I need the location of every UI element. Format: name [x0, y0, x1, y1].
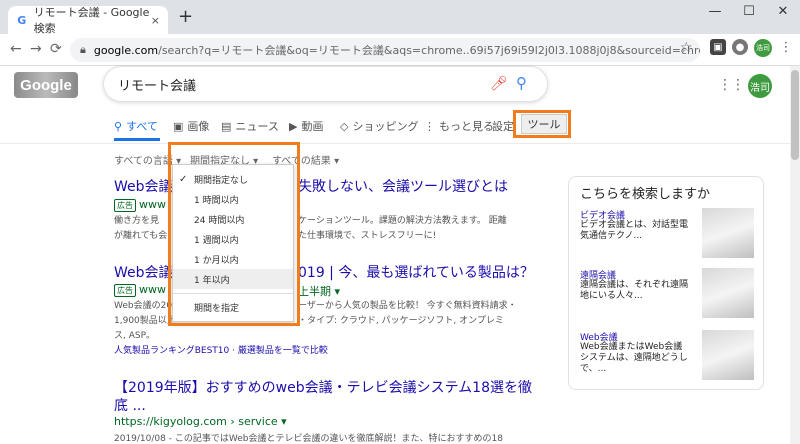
result-2-url[interactable]: 広告 www	[114, 283, 166, 297]
panel-item-3-image[interactable]	[702, 330, 754, 380]
language-filter-label: すべての言語	[114, 156, 173, 167]
tools-highlight-box	[513, 110, 571, 138]
url-path: /search?q=リモート会議&oq=リモート会議&aqs=chrome..6…	[158, 44, 700, 57]
maximize-button[interactable]: ☐	[734, 4, 764, 19]
image-icon: ▣	[173, 119, 184, 133]
tab-label: もっと見る	[439, 120, 494, 133]
result-1-snippet-b: ケーションツール。課題の解決方法教えます。 距離	[298, 216, 507, 226]
result-2-title-left[interactable]: Web会議	[114, 262, 173, 282]
settings-link[interactable]: 設定	[492, 118, 514, 134]
search-input[interactable]: リモート会議	[103, 66, 548, 102]
result-1-snippet-a: 働き方を見	[114, 216, 160, 226]
panel-item-2-image[interactable]	[702, 268, 754, 318]
tab-news[interactable]: ▤ ニュース	[221, 118, 279, 134]
bookmark-star-icon[interactable]: ☆	[680, 40, 693, 56]
menu-kebab-icon[interactable]: ⋮	[778, 39, 794, 55]
more-vertical-icon: ⋮	[424, 119, 435, 133]
address-bar[interactable]: 🔒︎ google.com/search?q=リモート会議&oq=リモート会議&…	[70, 38, 700, 62]
result-2-sitelinks[interactable]: 人気製品ランキングBEST10 · 厳選製品を一覧で比較	[114, 343, 328, 356]
minimize-button[interactable]: —	[700, 4, 730, 19]
result-3-title-line1[interactable]: 【2019年版】おすすめのweb会議・テレビ会議システム18選を徹	[114, 377, 532, 397]
tab-images[interactable]: ▣ 画像	[173, 118, 209, 134]
result-3-snippet: 2019/10/08 - この記事ではWeb会議とテレビ会議の違いを徹底解説！ま…	[114, 434, 503, 444]
result-2-snippet-c: 1,900製品以上	[114, 316, 176, 326]
active-tab-indicator	[114, 138, 160, 141]
ad-badge: 広告	[114, 284, 136, 297]
tab-label: すべて	[126, 120, 158, 133]
video-icon: ▶	[289, 119, 298, 133]
browser-titlebar: G リモート会議 - Google 検索 × + — ☐ ✕	[0, 0, 800, 35]
result-1-snippet-d: た仕事環境で、ストレスフリーに!	[298, 231, 437, 241]
browser-toolbar: ← → ⟳ 🔒︎ google.com/search?q=リモート会議&oq=リ…	[0, 34, 800, 66]
lock-icon: 🔒︎	[80, 43, 86, 56]
panel-item-1-desc: ビデオ会議とは、対話型電気通信テクノ...	[580, 220, 689, 241]
result-2-snippet-d: ・タイプ: クラウド, パッケージソフト, オンプレミ	[298, 316, 504, 326]
scrollbar-thumb[interactable]	[791, 70, 799, 160]
extension-shield-icon[interactable]: ▣	[710, 39, 726, 55]
profile-avatar-small[interactable]: 浩司	[754, 39, 772, 57]
tab-label: ショッピング	[352, 120, 419, 133]
url-host: google.com	[93, 43, 159, 57]
time-filter-highlight-box	[168, 142, 300, 326]
result-2-title-right[interactable]: 019 | 今、最も選ばれている製品は？	[298, 262, 534, 282]
settings-label: 設定	[492, 120, 514, 133]
new-tab-button[interactable]: +	[178, 8, 193, 26]
panel-item-1-image[interactable]	[702, 208, 754, 258]
tab-videos[interactable]: ▶ 動画	[289, 118, 323, 134]
panel-item-2-desc: 遠隔会議は、それぞれ遠隔地にいる人々...	[580, 280, 689, 301]
result-1-title-right[interactable]: 失敗しない、会議ツール選びとは	[298, 176, 508, 196]
tab-label: 動画	[301, 120, 324, 133]
reload-icon[interactable]: ⟳	[50, 41, 62, 57]
google-logo[interactable]: Google	[14, 72, 78, 98]
microphone-icon[interactable]: 🎤︎	[490, 76, 508, 92]
news-icon: ▤	[221, 119, 232, 133]
forward-arrow-icon[interactable]: →	[30, 41, 42, 57]
tab-more[interactable]: ⋮ もっと見る	[424, 118, 494, 134]
panel-title: こちらを検索しますか	[580, 187, 711, 202]
google-favicon-icon: G	[17, 13, 27, 27]
result-url-text: www	[139, 283, 166, 296]
extension-circle-icon[interactable]: ●	[732, 39, 748, 55]
result-1-url[interactable]: 広告 www	[114, 198, 166, 212]
result-2-snippet-b: ーザーから人気の製品を比較！ 今すぐ無料資料請求・	[298, 301, 517, 311]
result-1-title-left[interactable]: Web会議	[114, 176, 173, 196]
tab-shopping[interactable]: ◇ ショッピング	[340, 118, 418, 134]
nav-divider	[0, 143, 800, 144]
result-1-snippet-c: が離れても会	[114, 231, 168, 241]
result-3-title-line2[interactable]: 底 ...	[114, 395, 146, 415]
tag-icon: ◇	[340, 119, 349, 133]
panel-item-3-desc: Web会議またはWeb会議システムは、遠隔地どうしで、...	[580, 342, 688, 374]
avatar[interactable]: 浩司	[748, 74, 772, 98]
ad-badge: 広告	[114, 199, 136, 212]
browser-tab[interactable]: G リモート会議 - Google 検索 ×	[8, 6, 168, 35]
tab-label: ニュース	[235, 120, 279, 133]
tab-close-icon[interactable]: ×	[151, 14, 160, 27]
search-icon: ⚲	[114, 119, 123, 133]
window-close-button[interactable]: ✕	[768, 4, 798, 19]
tab-title: リモート会議 - Google 検索	[33, 6, 150, 35]
tab-all[interactable]: ⚲ すべて	[114, 118, 158, 134]
search-query: リモート会議	[118, 78, 197, 94]
result-2-snippet-a: Web会議の20	[114, 301, 173, 311]
search-icon[interactable]: ⚲	[516, 74, 527, 92]
result-2-snippet-e: ス, ASP。	[114, 331, 156, 341]
result-2-url-tail[interactable]: 上半期 ▾	[298, 283, 340, 299]
result-url-text: www	[139, 198, 166, 211]
tab-label: 画像	[187, 120, 210, 133]
back-arrow-icon[interactable]: ←	[10, 41, 22, 57]
result-3-url[interactable]: https://kigyolog.com › service ▾	[114, 415, 287, 428]
